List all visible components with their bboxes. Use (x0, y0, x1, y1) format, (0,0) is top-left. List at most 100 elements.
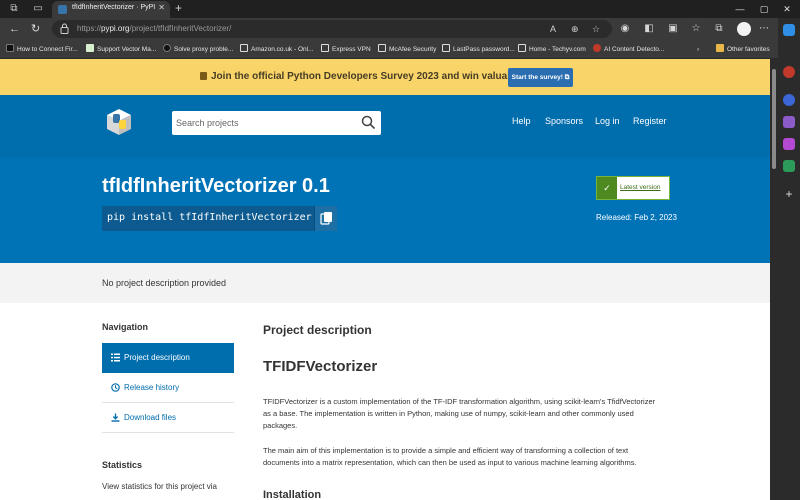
collections-icon[interactable]: ▣ (666, 22, 680, 36)
survey-banner: Join the official Python Developers Surv… (0, 59, 770, 95)
url-bar[interactable]: https://pypi.org/project/tfIdfInheritVec… (52, 20, 612, 38)
more-menu-icon[interactable]: ⋯ (757, 22, 771, 36)
scroll-thumb[interactable] (772, 69, 776, 169)
lock-icon[interactable] (60, 23, 69, 34)
browser-titlebar: ⧉ ▭ tfIdfInheritVectorizer · PyPI ✕ + — … (0, 0, 800, 18)
nav-sponsors[interactable]: Sponsors (545, 116, 583, 126)
minimize-icon[interactable]: — (730, 2, 750, 16)
megaphone-icon (200, 72, 207, 80)
close-window-icon[interactable]: ✕ (777, 2, 797, 16)
doc-icon (240, 44, 248, 52)
pip-command[interactable]: pip install tfIdfInheritVectorizer (107, 212, 312, 223)
doc-icon (442, 44, 450, 52)
copy-icon (320, 212, 332, 225)
sidebar-item-project-description[interactable]: Project description (102, 343, 234, 373)
list-icon (111, 353, 120, 362)
tab-actions-icon[interactable]: ▭ (32, 3, 44, 15)
bookmark-item[interactable]: McAfee Security (378, 44, 436, 55)
search-box (172, 111, 381, 135)
bookmark-item[interactable]: Solve proxy proble... (163, 44, 233, 55)
bookmark-item[interactable]: Support Vector Ma... (86, 44, 156, 55)
read-aloud-icon[interactable]: A (550, 24, 556, 34)
project-description-heading: Project description (263, 323, 372, 337)
sidebar-item-label: Project description (124, 353, 190, 362)
bookmark-item[interactable]: Amazon.co.uk - Onl... (240, 44, 314, 55)
favorites-icon[interactable]: ☆ (689, 22, 703, 36)
search-icon[interactable] (361, 115, 376, 130)
page-viewport: Join the official Python Developers Surv… (0, 59, 770, 500)
edge-sidebar: + (778, 18, 800, 500)
doc-icon (378, 44, 386, 52)
copy-button[interactable] (314, 206, 337, 231)
readme-paragraph: The main aim of this implementation is t… (263, 446, 637, 467)
nav-help[interactable]: Help (512, 116, 531, 126)
start-survey-button[interactable]: Start the survey! ⧉ (508, 68, 573, 87)
profile-avatar[interactable] (737, 22, 751, 36)
extension-icon[interactable]: ◉ (618, 22, 632, 36)
doc-icon (321, 44, 329, 52)
cb-icon (163, 44, 171, 52)
new-tab-icon[interactable]: + (175, 1, 182, 15)
sidebar-item-release-history[interactable]: Release history (102, 373, 234, 403)
statistics-heading: Statistics (102, 460, 143, 470)
release-date: Released: Feb 2, 2023 (596, 213, 677, 222)
banner-text: Join the official Python Developers Surv… (200, 71, 556, 82)
pypi-favicon-icon (58, 5, 67, 14)
navigation-heading: Navigation (102, 322, 149, 332)
package-hero: tfIdfInheritVectorizer 0.1 pip install t… (0, 157, 770, 263)
readme-title: TFIDFVectorizer (263, 358, 378, 375)
ai-detector-icon[interactable] (783, 66, 795, 78)
sidebar-item-label: Download files (124, 413, 177, 422)
address-toolbar: ← ↻ https://pypi.org/project/tfIdfInheri… (0, 18, 800, 40)
download-icon (111, 413, 120, 422)
copilot-icon[interactable] (783, 24, 795, 36)
split-screen-icon[interactable]: ◧ (642, 22, 656, 36)
bookmarks-overflow-icon[interactable]: › (697, 44, 699, 55)
latest-version-badge[interactable]: ✓ Latest version (596, 176, 670, 200)
url-text[interactable]: https://pypi.org/project/tfIdfInheritVec… (77, 24, 231, 33)
statistics-text: View statistics for this project via (102, 482, 218, 491)
other-favorites[interactable]: Other favorites (716, 44, 770, 55)
ai-icon (593, 44, 601, 52)
tab-close-icon[interactable]: ✕ (158, 3, 165, 12)
pypi-logo[interactable] (100, 105, 138, 143)
zoom-icon[interactable]: ⊕ (571, 24, 579, 34)
doc-icon (518, 44, 526, 52)
folder-icon (716, 44, 724, 52)
package-title: tfIdfInheritVectorizer 0.1 (102, 175, 330, 197)
refresh-icon[interactable]: ↻ (31, 22, 40, 36)
page-scrollbar[interactable] (770, 59, 778, 500)
bookmark-item[interactable]: AI Content Detecto... (593, 44, 664, 55)
site-header: Help Sponsors Log in Register (0, 95, 770, 157)
bookmark-item[interactable]: Home - Techyv.com (518, 44, 586, 55)
search-sidebar-icon[interactable] (783, 94, 795, 106)
package-summary: No project description provided (0, 263, 770, 303)
bookmark-item[interactable]: How to Connect Fir... (6, 44, 78, 55)
search-input[interactable] (176, 114, 356, 132)
latest-version-link[interactable]: Latest version (620, 184, 660, 191)
sidebar-item-download-files[interactable]: Download files (102, 403, 234, 433)
installation-heading: Installation (263, 489, 322, 500)
nav-register[interactable]: Register (633, 116, 667, 126)
back-icon[interactable]: ← (9, 22, 20, 36)
browser-tab[interactable]: tfIdfInheritVectorizer · PyPI ✕ (52, 1, 170, 18)
pip-install-box: pip install tfIdfInheritVectorizer (102, 206, 337, 231)
games-icon[interactable] (783, 138, 795, 150)
am-icon (6, 44, 14, 52)
tools-icon[interactable] (783, 116, 795, 128)
summary-text: No project description provided (102, 278, 227, 288)
history-icon (111, 383, 120, 392)
add-sidebar-icon[interactable]: + (783, 188, 795, 200)
maximize-icon[interactable]: ▢ (754, 2, 774, 16)
bookmark-item[interactable]: Express VPN (321, 44, 371, 55)
check-icon: ✓ (597, 177, 617, 199)
page-icon (86, 44, 94, 52)
tab-title: tfIdfInheritVectorizer · PyPI (72, 4, 156, 11)
favorite-star-icon[interactable]: ☆ (592, 24, 600, 34)
collections-2-icon[interactable]: ⧉ (712, 22, 726, 36)
bookmark-item[interactable]: LastPass password... (442, 44, 515, 55)
shopping-icon[interactable] (783, 160, 795, 172)
workspaces-icon[interactable]: ⧉ (8, 3, 20, 15)
sidebar-item-label: Release history (124, 383, 180, 392)
nav-login[interactable]: Log in (595, 116, 620, 126)
